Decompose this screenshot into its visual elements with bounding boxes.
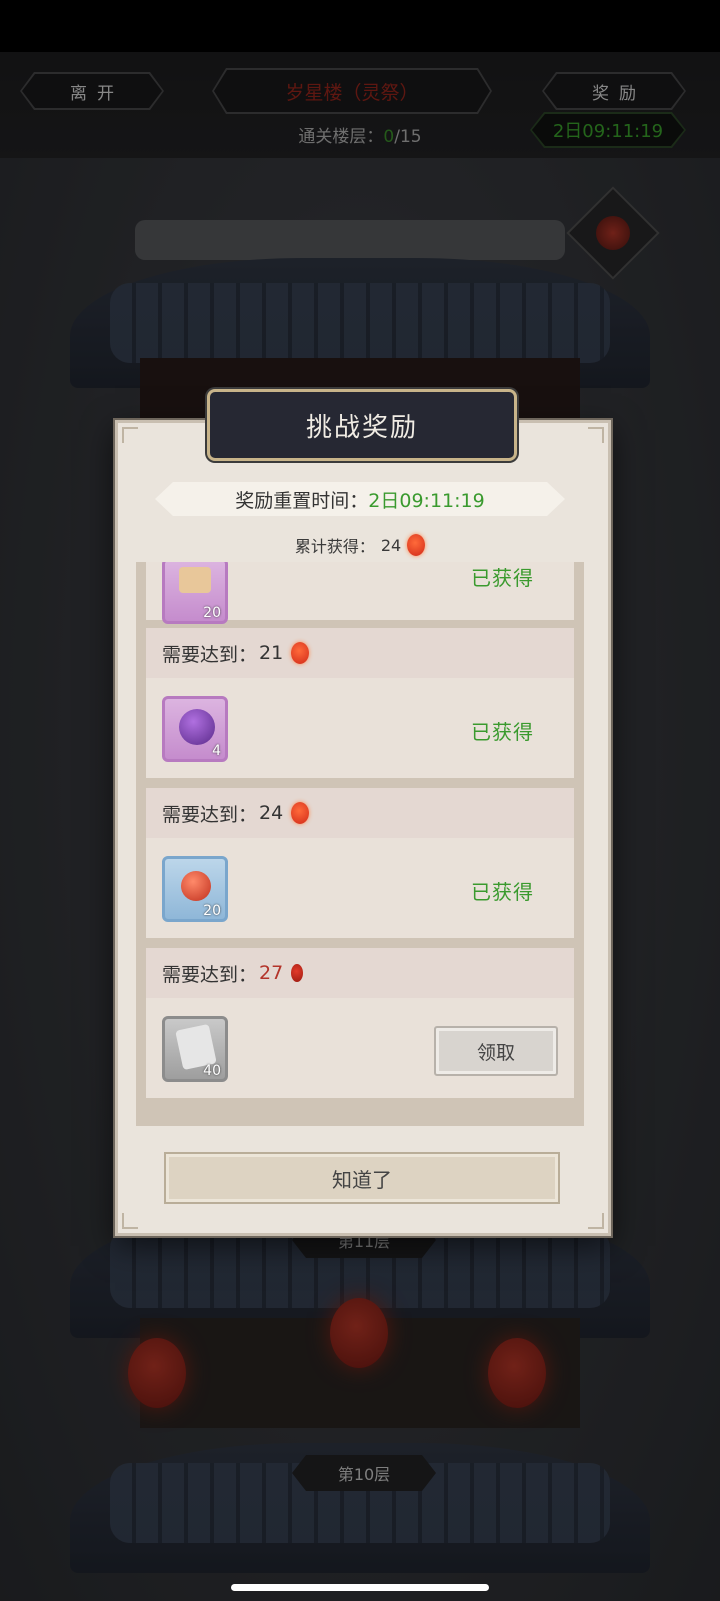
requirement-value: 24 bbox=[259, 802, 284, 824]
lantern-icon bbox=[291, 642, 310, 664]
rewards-list[interactable]: 20 已获得 需要达到： 21 4 已获得 需要达到： 24 20 已获得 需要… bbox=[136, 562, 584, 1126]
requirement-value: 21 bbox=[259, 642, 284, 664]
reward-card: 需要达到： 24 20 已获得 bbox=[146, 788, 574, 938]
reset-time-value: 2日09:11:19 bbox=[368, 489, 485, 512]
scroll-icon[interactable]: 40 bbox=[162, 1016, 228, 1082]
obtained-status: 已获得 bbox=[471, 720, 534, 744]
total-obtained: 累计获得： 24 bbox=[115, 530, 605, 560]
corner-ornament bbox=[122, 427, 138, 443]
corner-ornament bbox=[588, 1213, 604, 1229]
reward-card: 需要达到： 21 4 已获得 bbox=[146, 628, 574, 778]
lantern-icon bbox=[291, 802, 310, 824]
requirement-row: 需要达到： 21 bbox=[146, 628, 574, 678]
red-orb-glyph bbox=[181, 871, 211, 901]
dialog-title: 挑战奖励 bbox=[207, 389, 517, 461]
scroll-icon[interactable]: 20 bbox=[162, 562, 228, 624]
item-count: 4 bbox=[212, 743, 221, 759]
corner-ornament bbox=[588, 427, 604, 443]
got-it-button[interactable]: 知道了 bbox=[164, 1152, 560, 1204]
requirement-value: 27 bbox=[259, 962, 284, 984]
requirement-row: 需要达到： 27 bbox=[146, 948, 574, 998]
requirement-label: 需要达到： bbox=[162, 963, 258, 986]
item-count: 40 bbox=[203, 1063, 221, 1079]
red-orb-icon[interactable]: 20 bbox=[162, 856, 228, 922]
requirement-label: 需要达到： bbox=[162, 643, 258, 666]
obtained-status: 已获得 bbox=[471, 566, 534, 590]
lantern-icon bbox=[407, 534, 426, 556]
requirement-row: 需要达到： 24 bbox=[146, 788, 574, 838]
purple-orb-glyph bbox=[179, 709, 215, 745]
total-obtained-value: 24 bbox=[380, 535, 402, 555]
scroll-icon-glyph bbox=[179, 567, 211, 593]
reset-time-banner: 奖励重置时间： 2日09:11:19 bbox=[155, 482, 565, 516]
lantern-icon bbox=[291, 964, 304, 982]
total-obtained-label: 累计获得： bbox=[294, 537, 375, 556]
corner-ornament bbox=[122, 1213, 138, 1229]
obtained-status: 已获得 bbox=[471, 880, 534, 904]
reward-card: 20 已获得 bbox=[146, 562, 574, 624]
item-count: 20 bbox=[203, 605, 221, 621]
item-count: 20 bbox=[203, 903, 221, 919]
purple-orb-icon[interactable]: 4 bbox=[162, 696, 228, 762]
status-bar bbox=[0, 0, 720, 52]
requirement-label: 需要达到： bbox=[162, 803, 258, 826]
reset-time-label: 奖励重置时间： bbox=[235, 489, 369, 512]
home-indicator[interactable] bbox=[231, 1584, 489, 1591]
reward-card: 需要达到： 27 40 领取 bbox=[146, 948, 574, 1098]
claim-button[interactable]: 领取 bbox=[434, 1026, 558, 1076]
